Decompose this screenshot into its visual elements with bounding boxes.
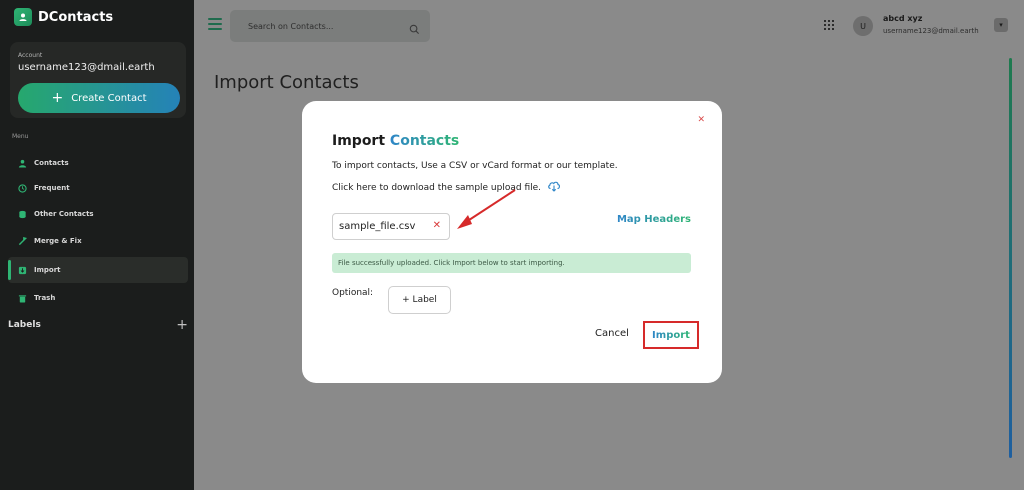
cloud-download-icon[interactable] bbox=[547, 180, 561, 195]
modal-title: Import Contacts bbox=[332, 133, 459, 149]
sidebar-item-frequent[interactable]: Frequent bbox=[8, 175, 188, 201]
avatar[interactable]: U bbox=[853, 16, 873, 36]
sidebar-item-merge-fix[interactable]: Merge & Fix bbox=[8, 228, 188, 254]
modal-title-accent: Contacts bbox=[389, 133, 460, 149]
download-sample-link[interactable]: Click here to download the sample upload… bbox=[332, 180, 561, 195]
add-label-icon[interactable]: + bbox=[176, 318, 188, 332]
brand-name: DContacts bbox=[38, 9, 114, 25]
labels-section: Labels + bbox=[8, 318, 188, 332]
import-button[interactable]: Import bbox=[643, 321, 699, 349]
topbar: U abcd xyz username123@dmail.earth ▾ bbox=[194, 0, 1024, 54]
modal-title-plain: Import bbox=[332, 133, 386, 149]
scrollbar[interactable] bbox=[1009, 58, 1012, 458]
menu-label: Menu bbox=[12, 133, 29, 140]
sidebar-item-label: Frequent bbox=[34, 184, 70, 192]
optional-label: Optional: bbox=[332, 288, 374, 298]
create-contact-label: Create Contact bbox=[71, 92, 147, 104]
sidebar-item-other-contacts[interactable]: Other Contacts bbox=[8, 201, 188, 227]
import-icon bbox=[18, 266, 27, 275]
create-contact-button[interactable]: + Create Contact bbox=[18, 83, 180, 113]
search-box bbox=[230, 10, 430, 42]
file-name: sample_file.csv bbox=[339, 221, 416, 232]
sidebar-item-contacts[interactable]: Contacts bbox=[8, 150, 188, 176]
page-title: Import Contacts bbox=[214, 72, 359, 93]
apps-grid-icon[interactable] bbox=[824, 20, 834, 30]
user-name: abcd xyz bbox=[883, 14, 923, 23]
sidebar: DContacts Account username123@dmail.eart… bbox=[0, 0, 194, 490]
modal-description: To import contacts, Use a CSV or vCard f… bbox=[332, 161, 618, 171]
hamburger-menu-icon[interactable] bbox=[208, 18, 222, 30]
upload-success-message: File successfully uploaded. Click Import… bbox=[332, 253, 691, 273]
account-card: Account username123@dmail.earth + Create… bbox=[10, 42, 186, 118]
sidebar-item-label: Import bbox=[34, 266, 61, 274]
wrench-icon bbox=[18, 236, 27, 246]
sidebar-item-label: Trash bbox=[34, 294, 56, 302]
labels-title: Labels bbox=[8, 320, 41, 330]
sidebar-item-label: Merge & Fix bbox=[34, 237, 82, 245]
add-label-button[interactable]: + Label bbox=[388, 286, 451, 314]
account-label: Account bbox=[18, 52, 43, 59]
trash-icon bbox=[18, 294, 27, 303]
sidebar-item-import[interactable]: Import bbox=[8, 257, 188, 283]
database-icon bbox=[18, 210, 27, 219]
import-button-label: Import bbox=[652, 329, 690, 341]
chevron-down-icon[interactable]: ▾ bbox=[994, 18, 1008, 32]
uploaded-file-chip: sample_file.csv ✕ bbox=[332, 213, 450, 240]
sidebar-item-trash[interactable]: Trash bbox=[8, 285, 188, 311]
download-sample-text: Click here to download the sample upload… bbox=[332, 182, 542, 193]
person-icon bbox=[18, 159, 27, 168]
brand[interactable]: DContacts bbox=[14, 8, 113, 26]
search-icon[interactable] bbox=[409, 20, 420, 39]
history-icon bbox=[18, 183, 27, 193]
plus-icon: + bbox=[51, 90, 64, 106]
account-email: username123@dmail.earth bbox=[18, 62, 155, 73]
map-headers-link[interactable]: Map Headers bbox=[617, 214, 691, 225]
contacts-logo-icon bbox=[14, 8, 32, 26]
sidebar-item-label: Other Contacts bbox=[34, 210, 94, 218]
search-input[interactable] bbox=[248, 18, 398, 34]
cancel-button[interactable]: Cancel bbox=[595, 328, 629, 339]
close-icon[interactable]: ✕ bbox=[697, 115, 705, 125]
sidebar-item-label: Contacts bbox=[34, 159, 69, 167]
user-email: username123@dmail.earth bbox=[883, 27, 979, 35]
import-contacts-modal: ✕ Import Contacts To import contacts, Us… bbox=[302, 101, 722, 383]
remove-file-icon[interactable]: ✕ bbox=[433, 220, 441, 231]
